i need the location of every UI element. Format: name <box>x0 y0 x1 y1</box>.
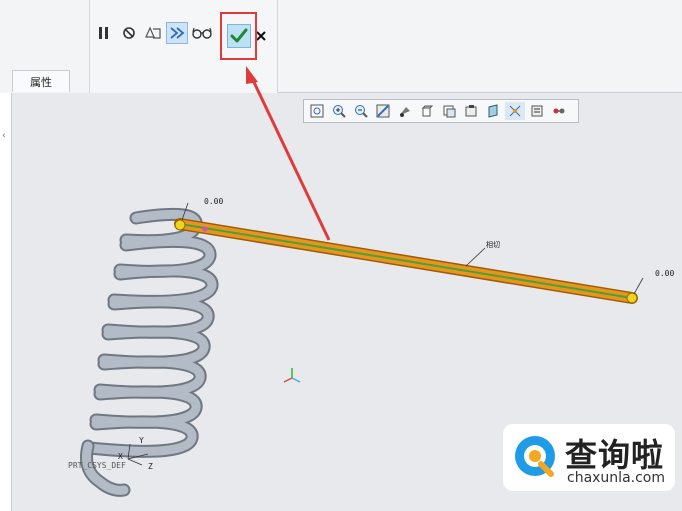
csys-z-label: Z <box>148 462 153 471</box>
display-style-button[interactable] <box>439 102 459 120</box>
section-button[interactable] <box>483 102 503 120</box>
csys-x-label: X <box>118 452 123 461</box>
orient-button[interactable] <box>395 102 415 120</box>
no-preview-button[interactable] <box>121 22 137 44</box>
verify-button[interactable] <box>144 22 162 44</box>
watermark-domain-text: chaxunla.com <box>567 470 665 486</box>
no-preview-icon <box>123 27 135 39</box>
orient-icon <box>400 107 410 117</box>
dashboard-tab-strip: 属性 <box>0 70 90 92</box>
spin-center-button[interactable] <box>549 102 569 120</box>
glasses-icon <box>192 27 212 39</box>
datum-display-icon <box>509 105 521 117</box>
repaint-button[interactable] <box>373 102 393 120</box>
saved-views-button[interactable] <box>417 102 437 120</box>
zoom-out-icon <box>355 105 368 118</box>
toggle-geometry-icon <box>170 27 185 39</box>
zoom-fit-icon <box>310 104 324 118</box>
pause-icon <box>99 27 108 39</box>
verify-icon <box>145 26 161 39</box>
tangent-constraint-label: 相切 <box>486 241 500 249</box>
model-tree-panel: ‹ <box>0 93 12 511</box>
saved-views-icon <box>421 105 434 117</box>
panel-marker: ‹ <box>2 131 6 141</box>
section-icon <box>488 104 498 118</box>
csys-y-label: Y <box>139 436 144 445</box>
csys-marker <box>127 443 149 466</box>
tab-properties[interactable]: 属性 <box>12 70 70 92</box>
graphics-view-toolbar <box>303 99 579 123</box>
perspective-icon <box>465 105 477 117</box>
search-logo-icon <box>515 436 555 477</box>
start-dimension-label[interactable]: 0.00 <box>204 197 223 206</box>
geometry-preview-button[interactable] <box>166 22 188 44</box>
sweep-bar <box>174 202 644 304</box>
datum-display-button[interactable] <box>505 102 525 120</box>
confirm-button-face[interactable] <box>226 24 251 48</box>
zoom-out-button[interactable] <box>351 102 371 120</box>
pause-button[interactable] <box>96 22 112 44</box>
spring-coil <box>80 207 219 497</box>
csys-label: PRT_CSYS_DEF <box>68 461 126 470</box>
zoom-in-icon <box>333 105 346 118</box>
axis-triad <box>283 368 301 383</box>
repaint-icon <box>376 104 390 118</box>
site-watermark: 查询啦 chaxunla.com <box>503 424 675 491</box>
end-dimension-label[interactable]: 0.00 <box>655 269 674 278</box>
spin-center-icon <box>553 108 565 114</box>
preview-button[interactable] <box>192 22 212 44</box>
display-style-icon <box>443 105 456 118</box>
perspective-button[interactable] <box>461 102 481 120</box>
zoom-fit-button[interactable] <box>307 102 327 120</box>
confirm-button[interactable] <box>220 12 257 60</box>
annotation-display-button[interactable] <box>527 102 547 120</box>
zoom-in-button[interactable] <box>329 102 349 120</box>
checkmark-icon <box>230 28 247 43</box>
annotation-display-icon <box>531 105 543 117</box>
